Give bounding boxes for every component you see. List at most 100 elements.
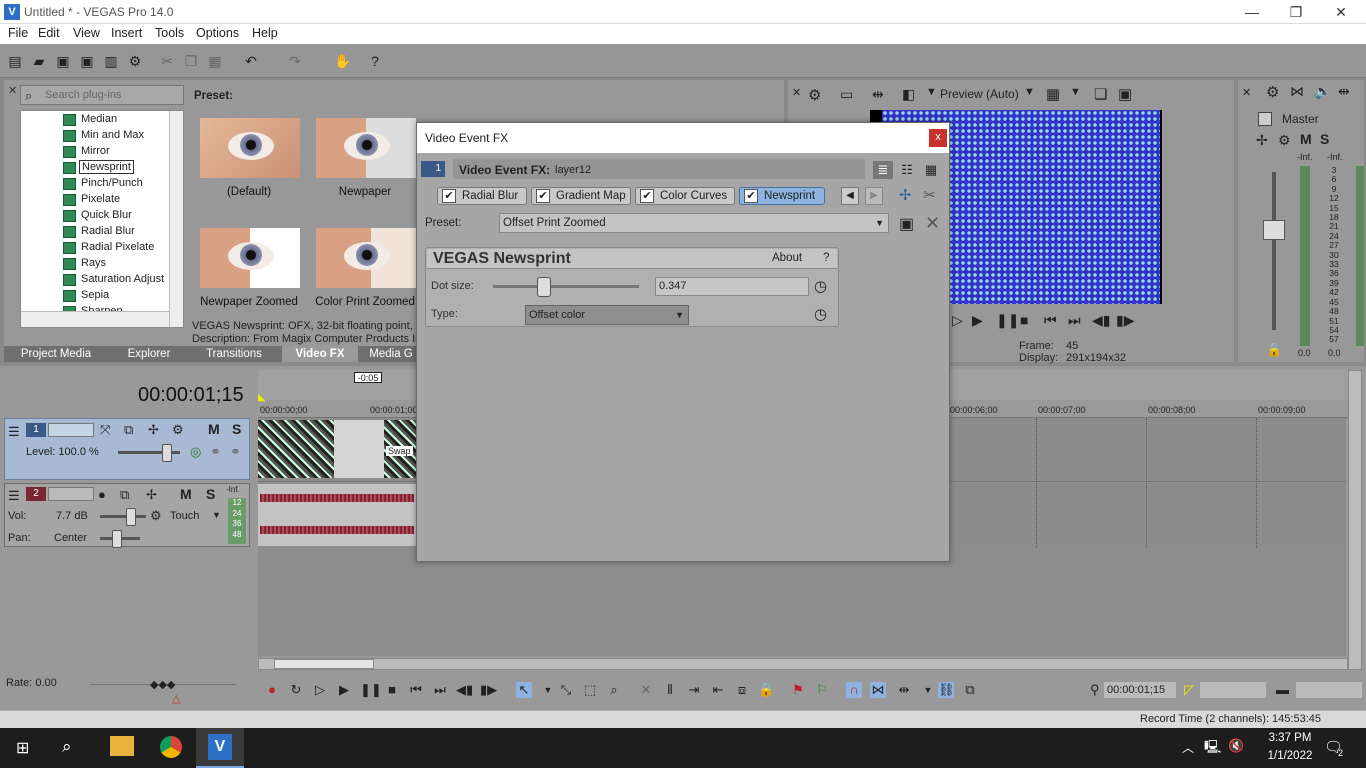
save-preset-icon[interactable]: ▣ — [899, 214, 914, 234]
dot-size-slider-knob[interactable] — [536, 277, 551, 297]
go-to-start-icon[interactable]: ⏮ — [408, 682, 424, 698]
timeline-hscroll-thumb[interactable] — [274, 659, 374, 669]
timeline-hscrollbar[interactable] — [258, 658, 1348, 670]
tab-video-fx[interactable]: Video FX — [282, 346, 358, 362]
plugin-item[interactable]: Median — [81, 113, 117, 125]
arm-record-icon[interactable]: ● — [98, 487, 106, 502]
tab-project-media[interactable]: Project Media — [8, 346, 104, 362]
chain-right-arrow-icon[interactable]: ▶ — [865, 187, 883, 205]
grid-view-icon[interactable]: ▦ — [921, 161, 941, 179]
level-slider-knob[interactable] — [162, 444, 172, 462]
insert-marker-icon[interactable]: ⚑ — [790, 682, 806, 698]
selection-length-field[interactable] — [1296, 682, 1362, 698]
lock-icon[interactable]: 🔒 — [758, 682, 774, 698]
restore-button[interactable]: ❐ — [1273, 2, 1319, 22]
chrome-icon[interactable] — [160, 736, 182, 758]
pause-icon[interactable]: ❚❚ — [996, 312, 1019, 329]
panel-close-icon[interactable]: ✕ — [792, 86, 801, 99]
menu-insert[interactable]: Insert — [111, 26, 142, 40]
fx-chain-gradient-map[interactable]: ✔ Gradient Map — [531, 187, 631, 205]
chevron-up-icon[interactable]: ︿ — [1182, 739, 1194, 756]
lock-icon[interactable]: 🔒 — [1266, 342, 1282, 358]
split-icon[interactable]: ⧈ — [734, 682, 750, 698]
menu-help[interactable]: Help — [252, 26, 278, 40]
master-fader-knob[interactable] — [1263, 220, 1285, 240]
volume-muted-icon[interactable]: 🔇 — [1228, 738, 1244, 754]
track-name-field[interactable] — [48, 487, 94, 501]
vol-slider-knob[interactable] — [126, 508, 136, 526]
split-screen-icon[interactable]: ⇹ — [872, 86, 884, 103]
windows-start-icon[interactable]: ⊞ — [16, 738, 29, 758]
automation-gear-icon[interactable]: ⚙ — [150, 508, 162, 524]
copy-icon[interactable]: ❐ — [182, 52, 200, 70]
master-solo-button[interactable]: S — [1320, 131, 1329, 147]
tab-explorer[interactable]: Explorer — [112, 346, 186, 362]
trim-end-icon[interactable]: ⇤ — [710, 682, 726, 698]
ripple-edit-icon[interactable]: ⇹ — [896, 682, 912, 698]
tree-hscrollbar[interactable] — [21, 311, 169, 327]
go-to-end-icon[interactable]: ⏭ — [1068, 312, 1081, 329]
tree-scrollbar[interactable] — [169, 111, 183, 327]
preview-quality-dropdown[interactable]: Preview (Auto) — [940, 87, 1019, 101]
chevron-down-icon[interactable]: ▼ — [212, 510, 221, 520]
file-explorer-icon[interactable] — [110, 736, 134, 756]
menu-edit[interactable]: Edit — [38, 26, 60, 40]
master-settings-gear-icon[interactable]: ⚙ — [1266, 83, 1279, 101]
next-frame-icon[interactable]: ▮▶ — [1116, 312, 1134, 329]
open-folder-icon[interactable]: ▰ — [30, 52, 48, 70]
automation-mode[interactable]: Touch — [170, 510, 199, 522]
cursor-timecode-field[interactable]: 00:00:01;15 — [1104, 682, 1176, 698]
grid-icon[interactable]: ▦ — [1046, 85, 1060, 103]
plugin-item[interactable]: Mirror — [81, 145, 110, 157]
rate-slider-knob[interactable]: ◆◆◆ — [150, 678, 175, 691]
dim-output-icon[interactable]: 🔈 — [1314, 83, 1331, 100]
child-icon[interactable]: ⚭ — [230, 444, 241, 460]
plugin-item[interactable]: Sepia — [81, 289, 109, 301]
track-expand-icon[interactable]: ☰ — [8, 488, 20, 504]
trim-icon[interactable]: ⫴ — [662, 682, 678, 698]
chevron-down-icon[interactable]: ▼ — [540, 682, 556, 698]
chevron-down-icon[interactable]: ▼ — [926, 86, 937, 98]
plugin-item[interactable]: Saturation Adjust — [81, 273, 164, 285]
help-button[interactable]: ? — [823, 252, 829, 264]
play-icon[interactable]: ▶ — [336, 682, 352, 698]
play-from-start-icon[interactable]: ▷ — [952, 312, 963, 329]
search-plugins-field[interactable]: ⌕ Search plug-ins — [20, 85, 184, 105]
minimize-button[interactable]: — — [1229, 2, 1275, 22]
zoom-tool-icon[interactable]: ⌕ — [606, 682, 622, 698]
menu-view[interactable]: View — [73, 26, 100, 40]
whats-this-help-icon[interactable]: ? — [366, 52, 384, 70]
clock-time[interactable]: 3:37 PM — [1260, 732, 1320, 744]
plugin-item[interactable]: Pixelate — [81, 193, 120, 205]
previous-frame-icon[interactable]: ◀▮ — [456, 682, 473, 698]
dot-size-animate-icon[interactable]: ◷ — [814, 277, 827, 295]
preset-dropdown[interactable]: Offset Print Zoomed ▼ — [499, 213, 889, 233]
plugin-item[interactable]: Rays — [81, 257, 106, 269]
chevron-down-icon[interactable]: ▼ — [1024, 86, 1035, 98]
composite-mode-icon[interactable]: ◎ — [190, 444, 201, 460]
auto-crossfade-icon[interactable]: ⋈ — [870, 682, 886, 698]
checkmark-icon[interactable]: ✔ — [442, 189, 456, 203]
plugin-item[interactable]: Quick Blur — [81, 209, 132, 221]
checkmark-icon[interactable]: ✔ — [640, 189, 654, 203]
track2-mute-button[interactable]: M — [180, 486, 192, 502]
loop-playback-icon[interactable]: ↻ — [288, 682, 304, 698]
parent-icon[interactable]: ⚭ — [210, 444, 221, 460]
video-clip-thumbnail[interactable] — [258, 420, 334, 478]
dot-size-input[interactable]: 0.347 — [655, 277, 809, 296]
about-button[interactable]: About — [772, 252, 802, 264]
selection-start-field[interactable] — [1200, 682, 1266, 698]
tab-transitions[interactable]: Transitions — [194, 346, 274, 362]
preview-settings-gear-icon[interactable]: ⚙ — [808, 86, 821, 104]
next-frame-icon[interactable]: ▮▶ — [480, 682, 497, 698]
cut-icon[interactable]: ✂ — [158, 52, 176, 70]
enable-snapping-icon[interactable]: ✋ — [334, 52, 352, 70]
plugin-item[interactable]: Radial Pixelate — [81, 241, 154, 253]
overlays-icon[interactable]: ◧ — [902, 86, 915, 103]
chevron-down-icon[interactable]: ▼ — [1070, 86, 1081, 98]
track1-mute-button[interactable]: M — [208, 421, 220, 437]
chevron-down-icon[interactable]: ▼ — [920, 682, 936, 698]
track-expand-icon[interactable]: ☰ — [8, 424, 20, 440]
stop-icon[interactable]: ■ — [384, 682, 400, 698]
render-icon[interactable]: ▥ — [102, 52, 120, 70]
